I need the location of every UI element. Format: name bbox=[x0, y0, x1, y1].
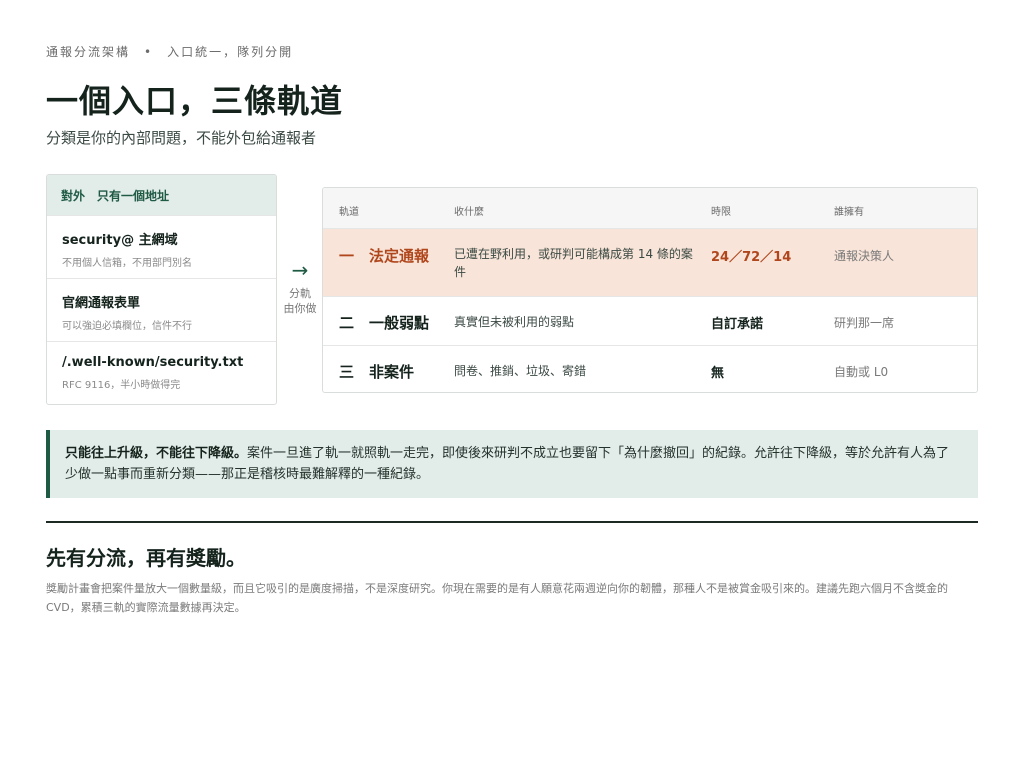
track-name: 一般弱點 bbox=[369, 314, 430, 332]
intake-item-title: security@ 主網域 bbox=[62, 233, 178, 248]
eyebrow-right: 入口統一，隊列分開 bbox=[167, 45, 294, 59]
route-label-2: 由你做 bbox=[283, 302, 317, 315]
track-time: 24／72／14 bbox=[711, 250, 792, 265]
tracks-table: 軌道 收什麼 時限 誰擁有 一 法定通報 已遭在野利用，或研判可能構成第 14 … bbox=[322, 187, 978, 393]
header-what: 收什麼 bbox=[454, 207, 484, 218]
track-name: 法定通報 bbox=[369, 247, 430, 265]
track-number: 三 bbox=[339, 363, 355, 381]
section-heading: 先有分流，再有獎勵。 bbox=[46, 546, 246, 570]
eyebrow-dot: • bbox=[144, 45, 154, 59]
table-row-legal: 一 法定通報 已遭在野利用，或研判可能構成第 14 條的案件 24／72／14 … bbox=[323, 229, 977, 296]
callout-bold: 只能往上升級，不能往下降級。 bbox=[65, 446, 248, 461]
section-divider bbox=[46, 521, 978, 523]
table-row-general: 二 一般弱點 真實但未被利用的弱點 自訂承諾 研判那一席 bbox=[323, 296, 977, 345]
intake-header-tag: 對外 bbox=[61, 189, 86, 203]
track-number: 一 bbox=[339, 247, 355, 265]
track-owner: 研判那一席 bbox=[834, 316, 895, 330]
track-what: 問卷、推銷、垃圾、寄錯 bbox=[454, 364, 587, 378]
intake-card: 對外 只有一個地址 security@ 主網域 不用個人信箱，不用部門別名 官網通… bbox=[46, 174, 277, 405]
tracks-header-row: 軌道 收什麼 時限 誰擁有 bbox=[323, 188, 977, 229]
track-number: 二 bbox=[339, 314, 355, 332]
intake-item-desc: RFC 9116，半小時做得完 bbox=[62, 380, 181, 391]
header-time: 時限 bbox=[711, 207, 731, 218]
eyebrow: 通報分流架構 • 入口統一，隊列分開 bbox=[46, 43, 293, 60]
intake-item-form: 官網通報表單 可以強迫必填欄位，信件不行 bbox=[47, 278, 276, 341]
intake-item-security-txt: /.well-known/security.txt RFC 9116，半小時做得… bbox=[47, 341, 276, 404]
track-time: 無 bbox=[711, 366, 725, 381]
track-owner: 自動或 L0 bbox=[834, 365, 889, 379]
route-label-1: 分軌 bbox=[289, 287, 311, 300]
track-name: 非案件 bbox=[369, 363, 415, 381]
intake-item-title: /.well-known/security.txt bbox=[62, 355, 244, 370]
page-title: 一個入口，三條軌道 bbox=[46, 82, 344, 120]
page-subtitle: 分類是你的內部問題，不能外包給通報者 bbox=[46, 129, 317, 147]
callout-box: 只能往上升級，不能往下降級。案件一旦進了軌一就照軌一走完，即使後來研判不成立也要… bbox=[46, 430, 978, 498]
table-row-noncase: 三 非案件 問卷、推銷、垃圾、寄錯 無 自動或 L0 bbox=[323, 345, 977, 392]
intake-item-desc: 不用個人信箱，不用部門別名 bbox=[62, 258, 192, 269]
section-body: 獎勵計畫會把案件量放大一個數量級，而且它吸引的是廣度掃描，不是深度研究。你現在需… bbox=[46, 582, 948, 614]
intake-item-email: security@ 主網域 不用個人信箱，不用部門別名 bbox=[47, 215, 276, 278]
track-time: 自訂承諾 bbox=[711, 317, 764, 332]
intake-header-text: 只有一個地址 bbox=[97, 189, 170, 203]
intake-header: 對外 只有一個地址 bbox=[47, 175, 276, 215]
track-owner: 通報決策人 bbox=[834, 249, 895, 263]
header-track: 軌道 bbox=[339, 207, 359, 218]
header-owner: 誰擁有 bbox=[834, 207, 864, 218]
route-connector: → 分軌 由你做 bbox=[279, 258, 321, 316]
intake-item-desc: 可以強迫必填欄位，信件不行 bbox=[62, 321, 192, 332]
arrow-right-icon: → bbox=[291, 258, 309, 282]
track-what: 已遭在野利用，或研判可能構成第 14 條的案件 bbox=[454, 247, 693, 279]
intake-item-title: 官網通報表單 bbox=[62, 296, 141, 311]
eyebrow-left: 通報分流架構 bbox=[46, 45, 131, 59]
track-what: 真實但未被利用的弱點 bbox=[454, 315, 575, 329]
